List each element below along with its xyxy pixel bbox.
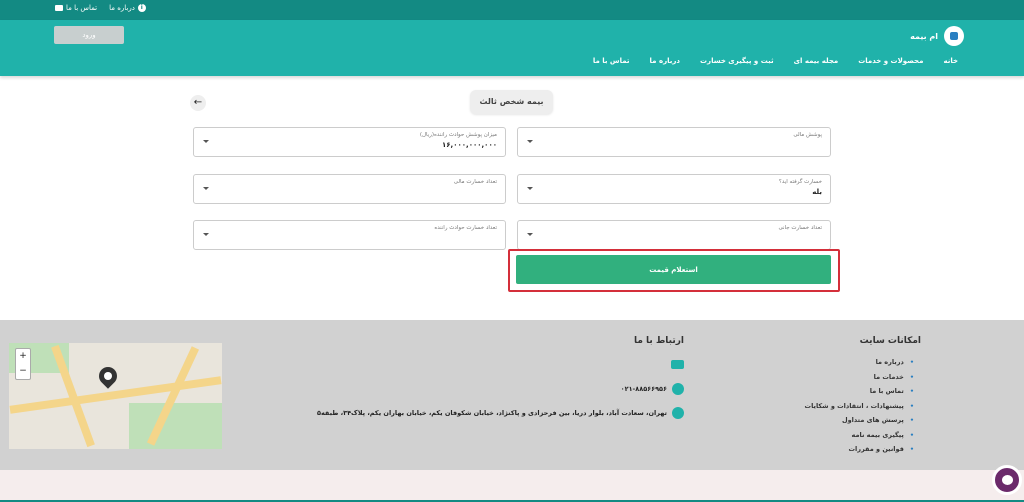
field-label: تعداد خسارت مالی — [453, 179, 497, 185]
brand-logo-icon — [944, 26, 964, 46]
nav-products[interactable]: محصولات و خدمات — [858, 57, 923, 65]
footer: امکانات سایت درباره ما خدمات ما تماس با … — [0, 320, 1024, 470]
phone-icon — [672, 383, 684, 395]
top-links: تماس با ما درباره ما i — [55, 4, 146, 12]
field-label: خسارت گرفته اید؟ — [778, 179, 822, 185]
footer-link-rules[interactable]: قوانین و مقررات — [805, 445, 914, 460]
top-bar: تماس با ما درباره ما i — [0, 0, 1024, 20]
price-inquiry-button[interactable]: استعلام قیمت — [516, 255, 831, 284]
field-value: ۱۶,۰۰۰,۰۰۰,۰۰۰ — [442, 141, 497, 149]
field-label: تعداد خسارت حوادث راننده — [434, 225, 497, 231]
footer-link-tracking[interactable]: پیگیری بیمه نامه — [805, 431, 914, 446]
had-claim-select[interactable]: خسارت گرفته اید؟ بله — [517, 174, 831, 204]
caret-down-icon — [203, 187, 209, 190]
contact-title: ارتباط با ما — [633, 336, 684, 346]
envelope-icon — [55, 5, 63, 11]
zoom-out-button[interactable]: − — [16, 364, 30, 379]
top-contact-label: تماس با ما — [66, 4, 98, 12]
nav-about[interactable]: درباره ما — [650, 57, 680, 65]
location-icon — [672, 407, 684, 419]
map-park — [129, 403, 222, 449]
field-value: بله — [812, 188, 822, 196]
bottom-bar — [0, 470, 1024, 502]
page-title: بیمه شخص ثالث — [470, 90, 553, 114]
back-arrow-icon[interactable]: ← — [190, 95, 206, 111]
contact-address: تهران، سعادت آباد، بلوار دریا، بین فرحزا… — [317, 407, 684, 419]
field-label: پوشش مالی — [793, 132, 822, 138]
footer-link-feedback[interactable]: پیشنهادات ، انتقادات و شکایات — [805, 402, 914, 417]
field-label: میزان پوشش حوادث راننده(ریال) — [419, 132, 497, 138]
caret-down-icon — [527, 140, 533, 143]
top-about-label: درباره ما — [109, 4, 135, 12]
nav-claims[interactable]: ثبت و پیگیری خسارت — [700, 57, 774, 65]
info-icon: i — [137, 4, 146, 12]
phone-number: ۰۲۱-۸۸۵۶۶۹۵۶ — [620, 385, 667, 393]
caret-down-icon — [527, 233, 533, 236]
address-text: تهران، سعادت آباد، بلوار دریا، بین فرحزا… — [317, 409, 667, 417]
zoom-in-button[interactable]: + — [16, 349, 30, 364]
caret-down-icon — [527, 187, 533, 190]
site-features-title: امکانات سایت — [859, 336, 921, 346]
top-contact-link[interactable]: تماس با ما — [55, 4, 97, 12]
top-about-link[interactable]: درباره ما i — [109, 4, 146, 12]
contact-email[interactable] — [671, 360, 684, 369]
chat-bubble-icon[interactable] — [992, 465, 1022, 495]
location-map[interactable]: + − — [9, 343, 222, 449]
footer-link-services[interactable]: خدمات ما — [805, 373, 914, 388]
email-icon — [671, 360, 684, 369]
driver-claims-select[interactable]: تعداد خسارت حوادث راننده — [193, 220, 506, 250]
footer-link-about[interactable]: درباره ما — [805, 358, 914, 373]
contact-phone: ۰۲۱-۸۸۵۶۶۹۵۶ — [621, 383, 684, 395]
financial-claims-select[interactable]: تعداد خسارت مالی — [193, 174, 506, 204]
footer-link-faq[interactable]: پرسش های متداول — [805, 416, 914, 431]
caret-down-icon — [203, 233, 209, 236]
footer-link-contact[interactable]: تماس با ما — [805, 387, 914, 402]
brand[interactable]: ام بیمه — [910, 26, 964, 46]
site-links: درباره ما خدمات ما تماس با ما پیشنهادات … — [805, 358, 914, 460]
header: ورود ام بیمه خانه محصولات و خدمات مجله ب… — [0, 20, 1024, 76]
driver-coverage-select[interactable]: میزان پوشش حوادث راننده(ریال) ۱۶,۰۰۰,۰۰۰… — [193, 127, 506, 157]
bodily-claims-select[interactable]: تعداد خسارت جانی — [517, 220, 831, 250]
nav-home[interactable]: خانه — [943, 57, 958, 65]
financial-coverage-select[interactable]: پوشش مالی — [517, 127, 831, 157]
login-button[interactable]: ورود — [54, 26, 124, 44]
map-zoom-control: + − — [15, 348, 31, 380]
nav-contact[interactable]: تماس با ما — [593, 57, 630, 65]
map-pin-icon — [95, 363, 121, 389]
caret-down-icon — [203, 140, 209, 143]
main-nav: خانه محصولات و خدمات مجله بیمه ای ثبت و … — [593, 57, 958, 65]
nav-magazine[interactable]: مجله بیمه ای — [794, 57, 839, 65]
brand-name: ام بیمه — [910, 31, 938, 41]
field-label: تعداد خسارت جانی — [778, 225, 822, 231]
